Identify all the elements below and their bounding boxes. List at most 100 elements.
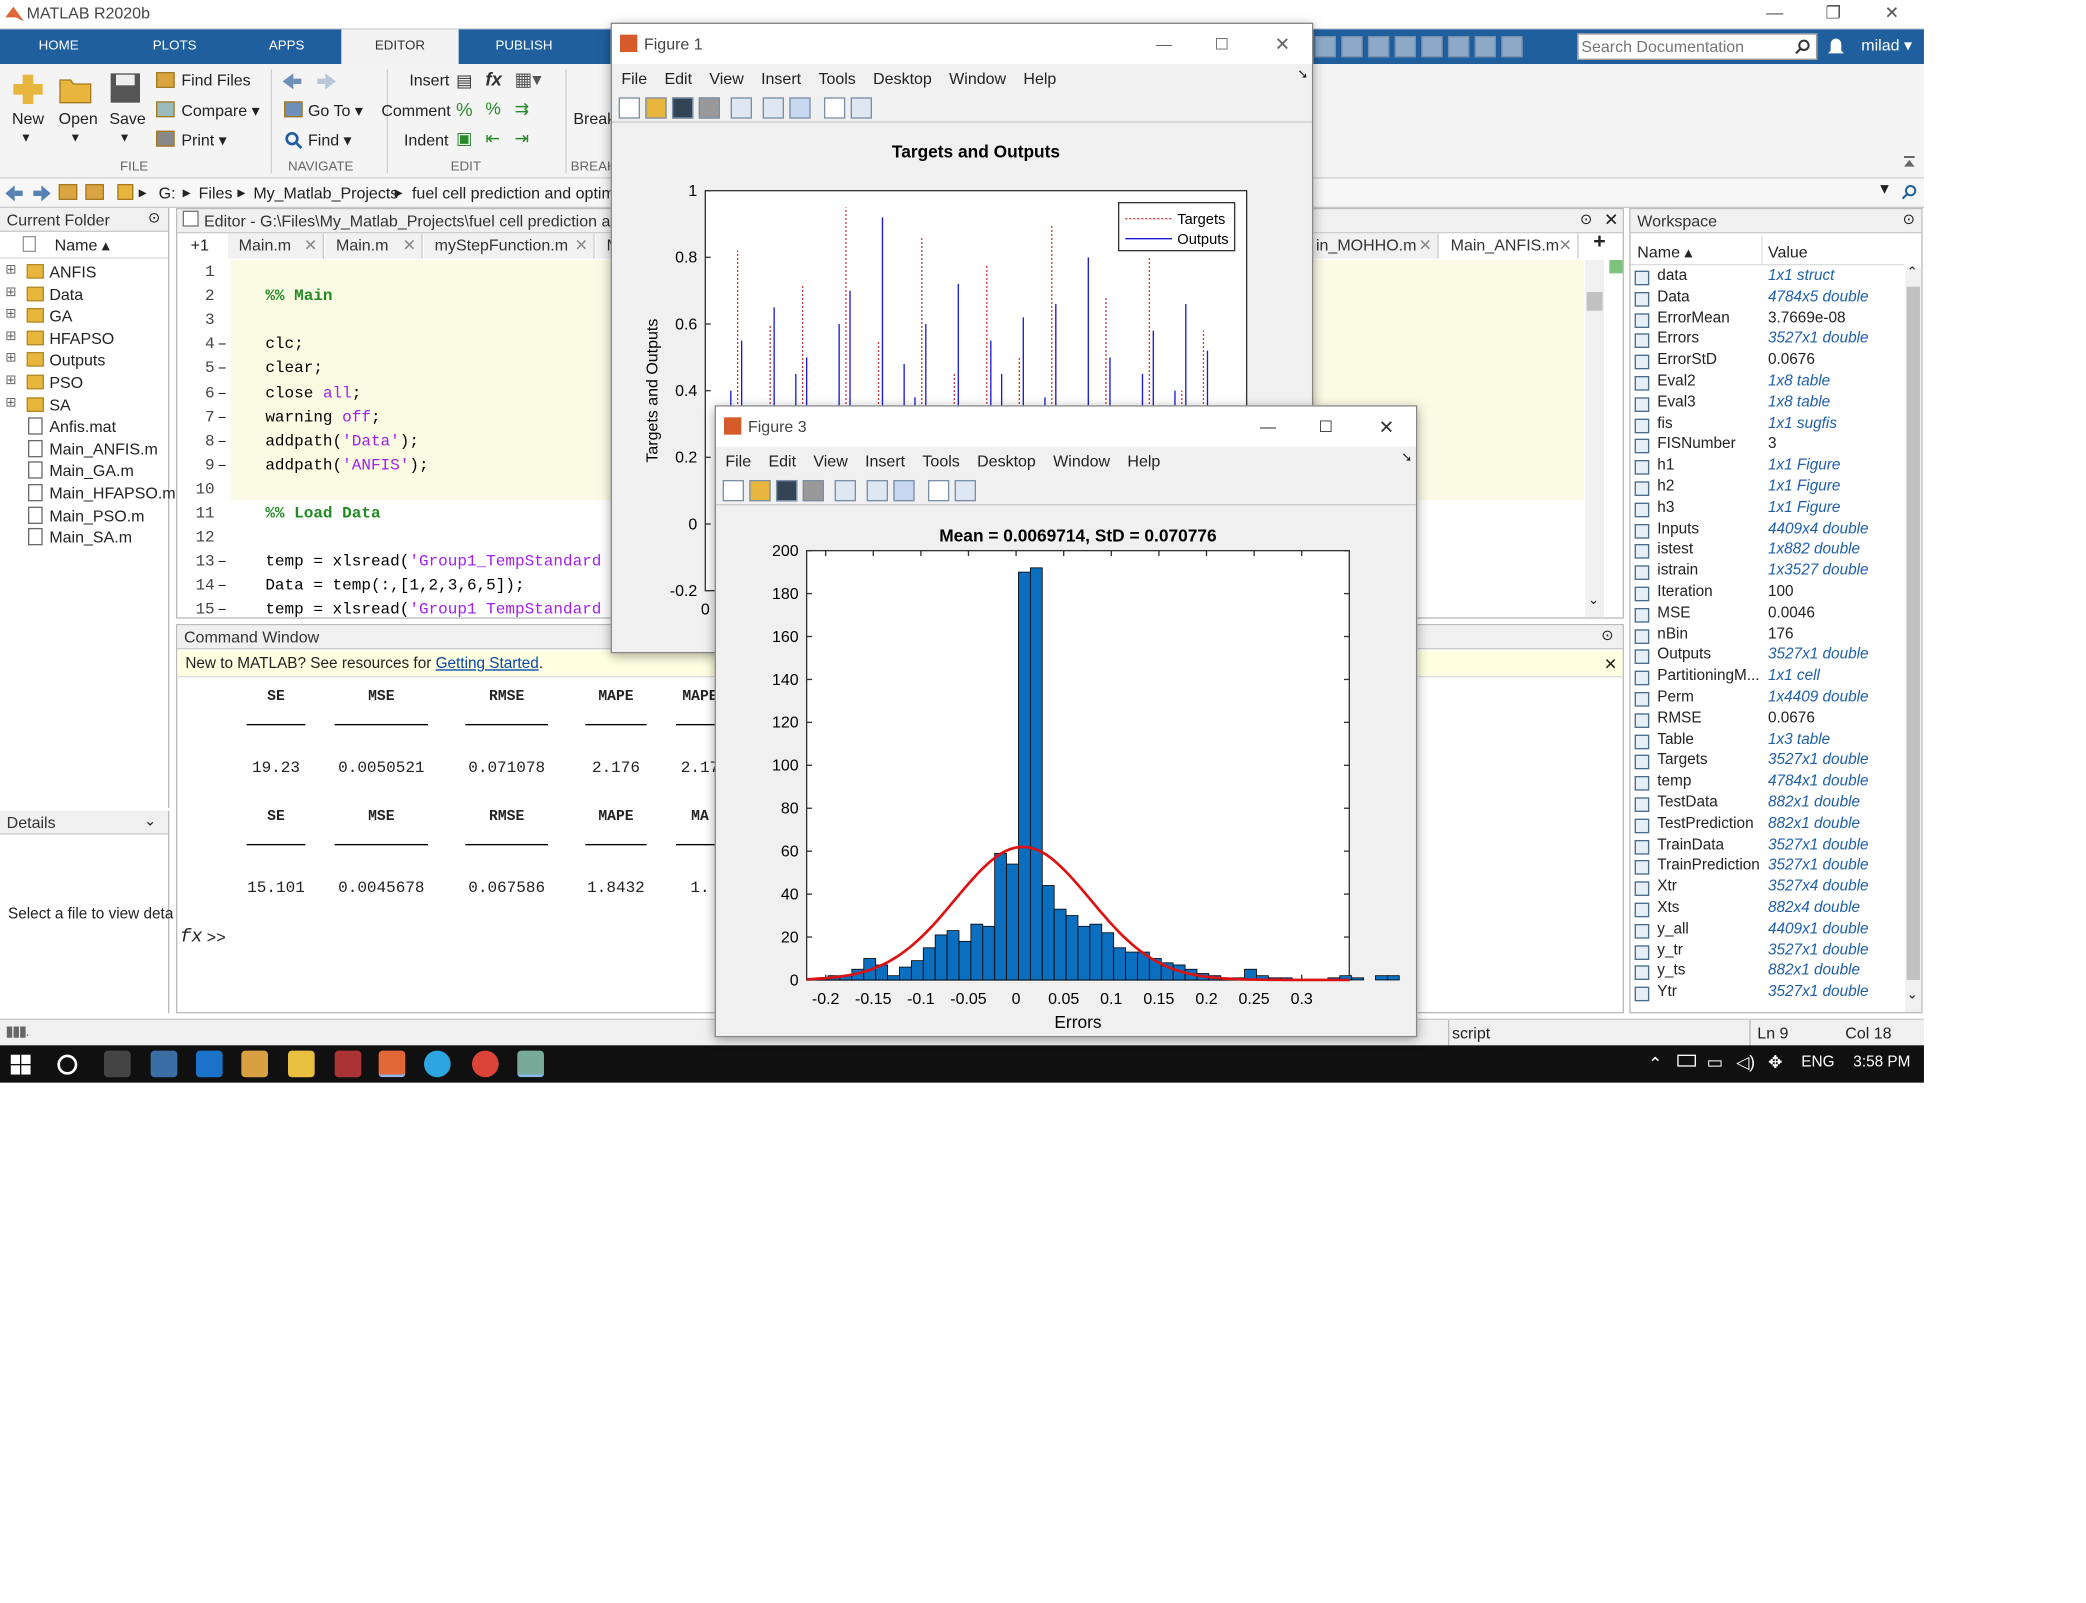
figure1-maximize-button[interactable]: ☐ — [1215, 24, 1229, 64]
figure1-menu-tools[interactable]: Tools — [818, 69, 855, 88]
workspace-variable-row[interactable]: ErrorMean 3.7669e-08 — [1631, 310, 1924, 331]
new-figure-icon[interactable] — [618, 97, 640, 119]
save-figure-icon[interactable] — [775, 479, 798, 502]
editor-vertical-scrollbar[interactable]: ⌄ — [1585, 259, 1604, 618]
expand-plus-icon[interactable]: ⊞ — [5, 285, 16, 300]
edge-browser-icon[interactable] — [195, 1050, 223, 1078]
figure3-menu-view[interactable]: View — [813, 452, 847, 471]
insert-section-icon[interactable]: ▤ — [456, 71, 472, 92]
decrease-indent-icon[interactable]: ⇤ — [485, 128, 500, 149]
insert-colorbar-icon[interactable] — [762, 97, 784, 119]
banner-close-icon[interactable]: ✕ — [1604, 651, 1617, 678]
open-file-icon[interactable] — [749, 479, 771, 502]
folder-item[interactable]: ⊞ PSO — [0, 372, 168, 394]
tab-close-icon[interactable]: ✕ — [575, 233, 588, 258]
new-figure-icon[interactable] — [722, 479, 744, 502]
figure1-menu-desktop[interactable]: Desktop — [873, 69, 932, 88]
workspace-variable-row[interactable]: MSE 0.0046 — [1631, 605, 1924, 626]
breakpoint-dash[interactable]: – — [217, 552, 227, 571]
new-dropdown-icon[interactable]: ▼ — [20, 131, 32, 144]
workspace-variable-row[interactable]: istrain 1x3527 double — [1631, 563, 1924, 584]
figure3-minimize-button[interactable]: — — [1260, 407, 1276, 447]
workspace-variable-row[interactable]: nBin 176 — [1631, 626, 1924, 647]
cortana-icon[interactable] — [56, 1053, 79, 1076]
workspace-variable-row[interactable]: Xts 882x4 double — [1631, 900, 1924, 921]
figure3-close-button[interactable]: ✕ — [1379, 407, 1395, 447]
figure1-menu-file[interactable]: File — [621, 69, 647, 88]
workspace-variable-row[interactable]: Table 1x3 table — [1631, 731, 1924, 752]
path-dropdown-icon[interactable]: ▼ — [1877, 181, 1892, 197]
figure3-menu-file[interactable]: File — [725, 452, 751, 471]
file-item[interactable]: Main_ANFIS.m — [0, 438, 168, 460]
windows-start-icon[interactable] — [10, 1054, 31, 1075]
expand-plus-icon[interactable]: ⊞ — [5, 351, 16, 366]
tab-close-icon[interactable]: ✕ — [304, 233, 317, 258]
workspace-variable-row[interactable]: Data 4784x5 double — [1631, 289, 1924, 310]
insert-button[interactable]: Insert — [409, 71, 449, 90]
path-segment[interactable]: My_Matlab_Projects — [253, 184, 398, 203]
search-input[interactable] — [1581, 35, 1782, 58]
workspace-variable-row[interactable]: y_all 4409x1 double — [1631, 921, 1924, 942]
comment-percent-icon[interactable]: % — [456, 99, 473, 120]
path-segment[interactable]: G: — [159, 184, 176, 203]
workspace-variable-row[interactable]: temp 4784x1 double — [1631, 774, 1924, 795]
insert-colorbar-icon[interactable] — [866, 479, 888, 502]
code-line[interactable]: clc; — [265, 335, 303, 354]
folder-item[interactable]: ⊞ HFAPSO — [0, 328, 168, 350]
scroll-down-icon[interactable]: ⌄ — [1588, 593, 1599, 608]
workspace-variable-row[interactable]: Xtr 3527x4 double — [1631, 879, 1924, 900]
code-line[interactable]: temp = xlsread('Group1_TempStandard — [265, 552, 601, 571]
redo-icon[interactable] — [1447, 35, 1470, 58]
breakpoint-dash[interactable]: – — [217, 383, 227, 402]
tab-plots[interactable]: PLOTS — [117, 29, 232, 64]
taskbar-app-icon[interactable] — [150, 1050, 178, 1078]
breakpoint-dash[interactable]: – — [217, 335, 227, 354]
code-line[interactable]: addpath('Data'); — [265, 432, 419, 451]
taskbar-app-icon[interactable] — [334, 1050, 362, 1078]
workspace-variable-row[interactable]: Outputs 3527x1 double — [1631, 647, 1924, 668]
user-menu[interactable]: milad ▾ — [1861, 36, 1912, 55]
dropbox-icon[interactable]: ✥ — [1768, 1052, 1783, 1073]
close-button[interactable]: ✕ — [1872, 3, 1912, 24]
print-button[interactable]: Print ▾ — [181, 131, 226, 150]
tab-home[interactable]: HOME — [0, 29, 117, 64]
expand-plus-icon[interactable]: ⊞ — [5, 307, 16, 322]
workspace-variable-row[interactable]: Perm 1x4409 double — [1631, 689, 1924, 710]
tab-apps[interactable]: APPS — [232, 29, 341, 64]
save-figure-icon[interactable] — [671, 97, 694, 119]
insert-legend-icon[interactable] — [789, 97, 811, 119]
error-histogram-chart[interactable]: Mean = 0.0069714, StD = 0.070776 Errors 0 2… — [716, 508, 1416, 1036]
workspace-variable-row[interactable]: data 1x1 struct — [1631, 268, 1924, 289]
dock-figure-icon[interactable]: ➘ — [1297, 68, 1308, 83]
fx-icon[interactable]: fx — [485, 68, 502, 89]
compare-button[interactable]: Compare ▾ — [181, 101, 259, 120]
new-tab-button[interactable]: + — [1593, 231, 1605, 255]
folder-item[interactable]: ⊞ Data — [0, 283, 168, 305]
matlab-taskbar-icon[interactable] — [378, 1050, 406, 1078]
workspace-variable-row[interactable]: TrainData 3527x1 double — [1631, 837, 1924, 858]
figure3-menu-edit[interactable]: Edit — [768, 452, 796, 471]
code-line[interactable]: warning off; — [265, 407, 380, 426]
figure1-minimize-button[interactable]: — — [1156, 24, 1172, 64]
workspace-vertical-scrollbar[interactable]: ⌃ ⌄ — [1905, 265, 1922, 1012]
dock-figure-icon[interactable]: ➘ — [1401, 451, 1412, 466]
mail-app-icon[interactable] — [103, 1050, 131, 1078]
battery-icon[interactable] — [1677, 1054, 1696, 1067]
code-line[interactable]: Data = temp(:,[1,2,3,6,5]); — [265, 576, 524, 595]
minimize-button[interactable]: — — [1755, 3, 1795, 23]
copy-icon[interactable] — [1367, 35, 1390, 58]
smart-indent-icon[interactable]: ▣ — [456, 128, 472, 149]
browse-folder-icon[interactable] — [85, 183, 104, 200]
open-dropdown-icon[interactable]: ▼ — [69, 131, 81, 144]
workspace-variable-row[interactable]: TestPrediction 882x1 double — [1631, 816, 1924, 837]
workspace-variable-row[interactable]: Inputs 4409x4 double — [1631, 521, 1924, 542]
figure3-menu-desktop[interactable]: Desktop — [977, 452, 1036, 471]
workspace-variable-row[interactable]: FISNumber 3 — [1631, 437, 1924, 458]
code-line[interactable]: temp = xlsread('Group1 TempStandard — [265, 601, 601, 620]
edit-plot-arrow-icon[interactable] — [823, 97, 846, 119]
folder-item[interactable]: ⊞ ANFIS — [0, 261, 168, 283]
help-icon[interactable] — [1501, 35, 1523, 58]
uncomment-icon[interactable]: % — [485, 99, 500, 119]
scroll-thumb[interactable] — [1906, 286, 1920, 980]
workspace-variable-row[interactable]: TestData 882x1 double — [1631, 795, 1924, 816]
